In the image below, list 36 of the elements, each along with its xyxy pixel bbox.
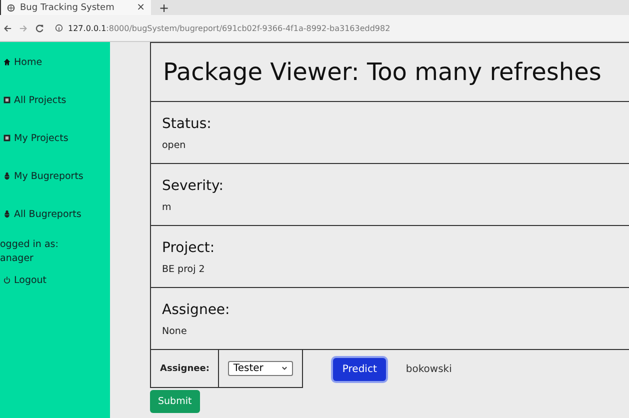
field-value: open: [162, 140, 187, 151]
predict-button[interactable]: Predict: [333, 358, 386, 380]
bug-icon: [3, 210, 11, 218]
submit-button[interactable]: Submit: [150, 390, 200, 413]
field-value: m: [162, 202, 172, 213]
home-icon: [3, 58, 11, 66]
sidebar-link[interactable]: All Projects: [3, 94, 110, 106]
caret-icon: [281, 365, 288, 372]
bug-icon: [3, 172, 11, 180]
logged-in-label: ogged in as:: [0, 238, 60, 252]
browser-tab[interactable]: Bug Tracking System ×: [1, 0, 151, 15]
sidebar-link[interactable]: All Bugreports: [3, 208, 110, 220]
field-label: Assignee:: [162, 302, 231, 318]
field-label: Project:: [162, 240, 216, 256]
field-label: Status:: [162, 116, 212, 132]
prediction-text: bokowski: [406, 364, 452, 374]
reload-icon[interactable]: [35, 24, 44, 32]
assignee-dropdown[interactable]: Tester: [228, 361, 294, 376]
sidebar-link[interactable]: My Projects: [3, 132, 110, 144]
sidebar-link[interactable]: Home: [3, 56, 110, 68]
info-icon: [55, 24, 63, 32]
tab-title: Bug Tracking System: [20, 2, 114, 12]
power-icon: [3, 276, 11, 284]
globe-icon: [7, 4, 15, 12]
address-field[interactable]: 127.0.0.1:8000/bugSystem/bugreport/691cb02f-9366-4f1a-8992-ba3163edd982: [51, 22, 629, 34]
sidebar-link[interactable]: My Bugreports: [3, 170, 110, 182]
back-icon[interactable]: [3, 24, 12, 32]
logout-link[interactable]: Logout: [3, 274, 110, 286]
field-value: None: [162, 326, 188, 337]
tab-close-button[interactable]: ×: [136, 2, 145, 13]
assignee-label: Assignee:: [151, 350, 220, 387]
field-value: BE proj 2: [162, 264, 206, 275]
username: anager: [0, 252, 34, 266]
new-tab-button[interactable]: +: [159, 2, 170, 14]
page-title: Package Viewer: Too many refreshes: [163, 58, 602, 86]
field-label: Severity:: [162, 178, 225, 194]
